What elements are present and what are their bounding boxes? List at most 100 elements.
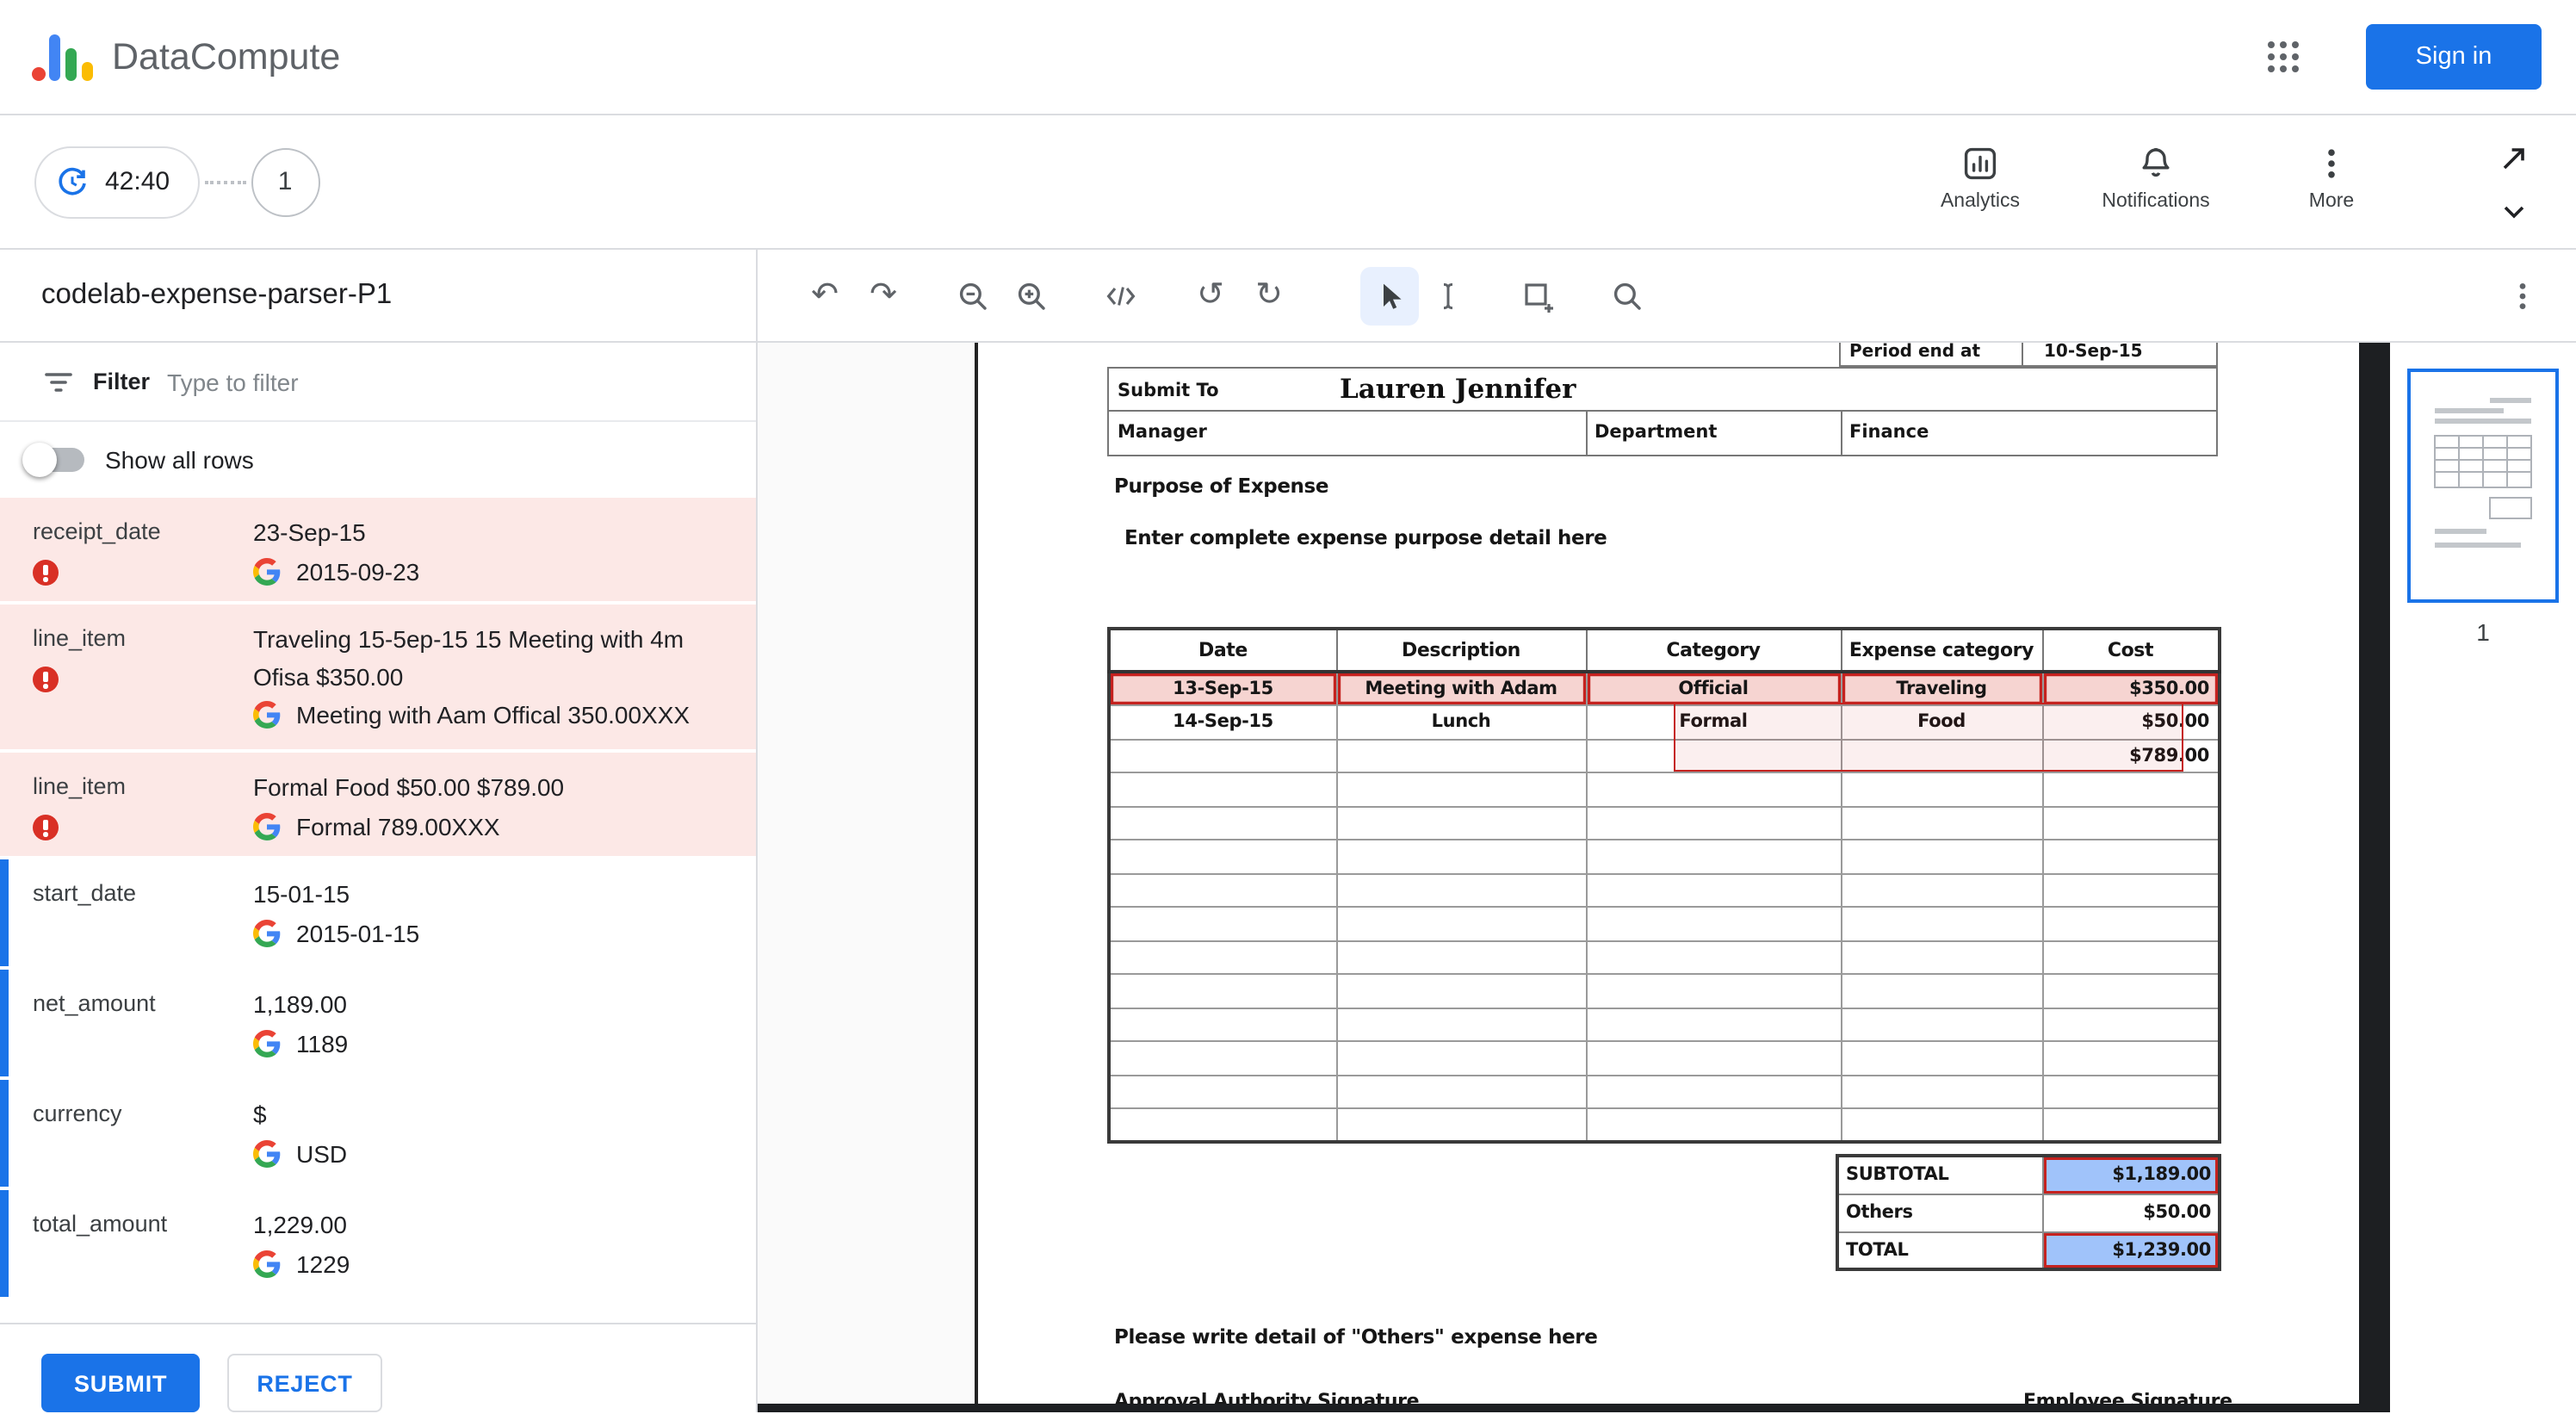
field-value-col: 1,189.00 1189 [250,970,756,1076]
field-normalized-value: Formal 789.00XXX [296,812,500,840]
zoom-out-button[interactable] [944,266,1002,325]
expand-arrow-icon[interactable] [2497,141,2531,176]
others-row: Others $50.00 [1836,1193,2220,1232]
field-row-start-date[interactable]: start_date 15-01-15 2015-01-15 [0,859,756,966]
submit-button[interactable]: SUBMIT [41,1354,201,1412]
expense-empty-row [1108,973,2220,1008]
entity-box[interactable]: $350.00 [2041,671,2220,706]
show-all-rows-label: Show all rows [105,446,254,474]
undo-icon: ↶ [811,276,839,313]
field-row-total-amount[interactable]: total_amount 1,229.00 1229 [0,1190,756,1297]
analytics-button[interactable]: Analytics [1925,134,2035,212]
field-value: 1,229.00 [253,1211,347,1238]
document-page[interactable]: Period end at 10-Sep-15 Submit To Lauren… [975,343,2359,1412]
brand: DataCompute [31,29,340,84]
apps-grid-icon[interactable] [2249,22,2318,91]
add-bounding-box-tool[interactable] [1508,266,1567,325]
field-name-col: start_date [9,859,250,966]
field-name-col: total_amount [9,1190,250,1297]
select-pointer-tool[interactable] [1360,266,1419,325]
expense-empty-row [1108,1007,2220,1042]
google-g-icon [253,1250,281,1277]
expense-empty-row [1108,872,2220,908]
entity-box[interactable]: 13-Sep-15 [1108,671,1337,706]
field-name-col: line_item [9,753,250,856]
error-icon [33,560,59,586]
expense-empty-row [1108,805,2220,840]
notifications-label: Notifications [2102,191,2210,212]
rotate-right-icon: ↻ [1255,276,1283,313]
timer-value: 42:40 [105,167,170,196]
subtotal-row: SUBTOTAL $1,189.00 [1836,1155,2220,1194]
page-thumbnail[interactable] [2407,369,2559,603]
others-value: $50.00 [2041,1193,2220,1232]
show-all-rows-toggle[interactable] [22,443,84,477]
redo-button[interactable]: ↷ [854,266,913,325]
line-item-highlight-box[interactable] [1674,703,2183,772]
expense-empty-row [1108,940,2220,975]
field-row-line-item-2[interactable]: line_item Formal Food $50.00 $789.00 For… [0,753,756,856]
field-value: Traveling 15-5ep-15 15 Meeting with 4m O… [253,625,684,691]
notifications-button[interactable]: Notifications [2101,134,2211,212]
more-button[interactable]: More [2276,134,2387,212]
entity-box[interactable]: Traveling [1840,671,2043,706]
field-row-receipt-date[interactable]: receipt_date 23-Sep-15 2015-09-23 [0,498,756,601]
purpose-label: Purpose of Expense [1114,474,1329,498]
step-badge[interactable]: 1 [251,147,320,216]
vertical-scrollbar[interactable] [2359,343,2390,1412]
expense-empty-row [1108,906,2220,941]
horizontal-scrollbar[interactable] [758,1404,2359,1412]
field-value: 15-01-15 [253,880,350,908]
reject-button[interactable]: REJECT [227,1354,382,1412]
field-row-line-item-1[interactable]: line_item Traveling 15-5ep-15 15 Meeting… [0,605,756,749]
search-document-button[interactable] [1598,266,1656,325]
step-connector [204,180,246,183]
timer-chip[interactable]: 42:40 [34,146,200,218]
field-value: 1,189.00 [253,990,347,1018]
field-row-net-amount[interactable]: net_amount 1,189.00 1189 [0,970,756,1076]
field-name-col: line_item [9,605,250,749]
entities-panel: codelab-expense-parser-P1 Filter Show al… [0,250,758,1412]
google-g-icon [253,1029,281,1057]
top-bar: DataCompute Sign in [0,0,2576,115]
show-all-rows-row: Show all rows [0,422,756,498]
google-g-icon [253,557,281,585]
sign-in-button[interactable]: Sign in [2366,24,2542,90]
total-row: TOTAL $1,239.00 [1836,1231,2220,1270]
text-select-tool[interactable] [1419,266,1477,325]
field-normalized-value: 1189 [296,1029,349,1057]
rotate-right-button[interactable]: ↻ [1240,266,1298,325]
redo-icon: ↷ [870,276,897,313]
undo-button[interactable]: ↶ [796,266,854,325]
page-thumbnail-sketch [2434,398,2532,548]
rotate-left-button[interactable]: ↺ [1181,266,1240,325]
code-view-button[interactable] [1092,266,1150,325]
ibeam-icon [1443,282,1453,309]
total-value-highlight[interactable]: $1,239.00 [2041,1231,2220,1270]
period-end-value: 10-Sep-15 [2022,343,2218,367]
others-hint: Please write detail of "Others" expense … [1114,1324,1598,1349]
session-bar: 42:40 1 Analytics Notifications More [0,115,2576,250]
field-name: currency [33,1101,122,1126]
expense-empty-row [1108,772,2220,807]
zoom-in-button[interactable] [1002,266,1061,325]
chevron-down-icon[interactable] [2497,195,2531,229]
thumbnail-panel: 1 [2390,343,2576,1412]
toolbar-more-button[interactable] [2493,266,2552,325]
field-name: net_amount [33,990,156,1016]
more-label: More [2308,191,2355,212]
analytics-icon [1964,147,1997,180]
google-g-icon [253,812,281,840]
entity-box[interactable]: Meeting with Adam [1335,671,1587,706]
subtotal-value-highlight[interactable]: $1,189.00 [2041,1155,2220,1194]
field-value-col: Formal Food $50.00 $789.00 Formal 789.00… [250,753,756,856]
field-value-col: 15-01-15 2015-01-15 [250,859,756,966]
document-title: codelab-expense-parser-P1 [0,250,756,343]
field-name: receipt_date [33,518,161,544]
field-row-currency[interactable]: currency $ USD [0,1080,756,1187]
entity-box[interactable]: Official [1585,671,1842,706]
document-viewport[interactable]: Period end at 10-Sep-15 Submit To Lauren… [758,343,2359,1412]
field-normalized-value: 2015-01-15 [296,919,420,947]
filter-input[interactable] [167,368,461,395]
brand-name: DataCompute [112,35,341,77]
